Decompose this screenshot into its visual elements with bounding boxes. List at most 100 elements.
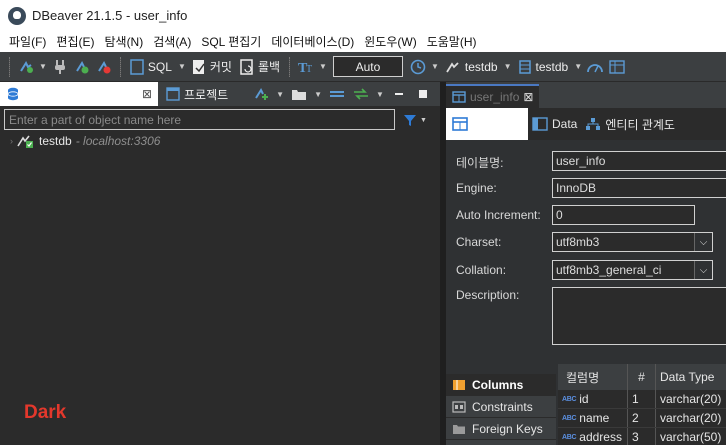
tab-er-diagram[interactable]: 엔티티 관계도 [581,108,679,140]
menu-search[interactable]: 검색(A) [148,33,196,50]
tab-properties[interactable] [446,108,528,140]
tab-user-info[interactable]: user_info ⊠ [446,84,540,108]
chevron-down-icon[interactable]: ▼ [39,62,47,71]
nav-constraints-label: Constraints [472,399,533,414]
column-name-cell[interactable]: ABC address [558,428,628,445]
nav-columns[interactable]: Columns [446,374,556,396]
column-type-cell[interactable]: varchar(20) [656,409,726,427]
column-name-text: name [579,411,610,425]
rollback-button[interactable]: 롤백 [236,56,284,78]
chevron-down-icon[interactable]: ⌵ [694,261,712,279]
tab-data[interactable]: Data [528,108,581,140]
maximize-icon[interactable] [412,83,434,105]
active-database-selector[interactable]: testdb [514,56,573,78]
grid-icon[interactable] [606,56,628,78]
chevron-down-icon[interactable]: ▼ [376,90,384,99]
link-editor-icon[interactable] [350,83,372,105]
chevron-down-icon[interactable]: ▼ [319,62,327,71]
collapse-all-icon[interactable] [326,83,348,105]
clock-icon[interactable] [407,56,429,78]
editor-tab-bar: user_info ⊠ [446,82,726,108]
column-header-data-type[interactable]: Data Type [656,364,726,390]
main-toolbar: ▼ SQL ▼ 커밋 롤백 TT ▼ Auto ▼ testdb ▼ testd… [0,52,726,82]
dashboard-icon[interactable] [584,56,606,78]
table-row[interactable]: ABC id 1 varchar(20) [558,390,726,409]
commit-button[interactable]: 커밋 [188,56,236,78]
charset-select[interactable]: utf8mb3 ⌵ [552,232,713,252]
charset-label: Charset: [456,235,502,249]
connect-icon[interactable] [71,56,93,78]
column-name-cell[interactable]: ABC name [558,409,628,427]
disconnect-icon[interactable] [93,56,115,78]
engine-field[interactable]: InnoDB [552,178,726,198]
object-filter-input[interactable] [4,109,395,130]
column-name-text: address [579,430,622,444]
title-bar: DBeaver 21.1.5 - user_info [0,0,726,31]
new-connection-icon[interactable] [15,56,37,78]
plug-icon[interactable] [49,56,71,78]
chevron-down-icon[interactable]: ▼ [276,90,284,99]
column-header-name[interactable]: 컬럼명 [558,364,628,390]
active-database-label: testdb [535,59,569,74]
column-ordinal-cell[interactable]: 1 [628,390,656,408]
chevron-down-icon[interactable]: ▼ [574,62,582,71]
menu-sql-editor[interactable]: SQL 편집기 [196,33,266,50]
toolbar-separator [9,56,10,77]
nav-constraints[interactable]: Constraints [446,396,556,418]
menu-edit[interactable]: 편집(E) [51,33,99,50]
nav-columns-label: Columns [472,377,524,392]
chevron-down-icon[interactable]: ▼ [504,62,512,71]
description-label: Description: [456,288,520,302]
new-connection-icon[interactable] [250,83,272,105]
table-structure-nav: Columns Constraints Foreign Keys [446,374,556,445]
column-ordinal-cell[interactable]: 3 [628,428,656,445]
menu-window[interactable]: 윈도우(W) [359,33,421,50]
menu-database[interactable]: 데이터베이스(D) [266,33,359,50]
chevron-right-icon[interactable]: › [10,136,13,146]
minimize-icon[interactable] [388,83,410,105]
auto-increment-field[interactable]: 0 [552,205,695,225]
navigator-filter-row: ▼ [4,109,436,130]
table-properties: 테이블명: user_info Engine: InnoDB Auto Incr… [446,140,726,366]
active-connection-selector[interactable]: testdb [441,56,502,78]
chevron-down-icon[interactable]: ⌵ [694,233,712,251]
chevron-down-icon[interactable]: ▼ [431,62,439,71]
toolbar-separator [289,56,291,77]
projects-tab-label: 프로젝트 [184,87,229,102]
table-icon [452,91,466,103]
close-icon[interactable]: ⊠ [523,90,533,104]
auto-increment-label: Auto Increment: [456,208,541,222]
nav-foreign-keys[interactable]: Foreign Keys [446,418,556,440]
table-row[interactable]: ABC address 3 varchar(50) [558,428,726,445]
transaction-mode-icon[interactable]: TT [295,56,317,78]
charset-value: utf8mb3 [556,235,600,249]
menu-file[interactable]: 파일(F) [4,33,51,50]
chevron-down-icon[interactable]: ▼ [314,90,322,99]
sql-editor-button[interactable]: SQL [126,56,176,78]
column-type-cell[interactable]: varchar(20) [656,390,726,408]
commit-button-label: 커밋 [209,60,232,74]
table-row[interactable]: ABC name 2 varchar(20) [558,409,726,428]
column-name-text: id [579,392,589,406]
tree-item-connection[interactable]: › testdb - localhost:3306 [10,132,160,150]
new-folder-icon[interactable] [288,83,310,105]
close-icon[interactable]: ⊠ [142,87,152,101]
column-name-cell[interactable]: ABC id [558,390,628,408]
transaction-mode-box[interactable]: Auto [332,56,403,77]
column-ordinal-cell[interactable]: 2 [628,409,656,427]
connection-icon [446,61,459,72]
description-field[interactable] [552,287,726,345]
menu-help[interactable]: 도움말(H) [422,33,482,50]
filter-icon[interactable]: ▼ [403,110,429,130]
column-header-ordinal[interactable]: # [628,364,656,390]
tab-projects[interactable]: 프로젝트 [158,82,236,106]
table-name-field[interactable]: user_info [552,151,726,171]
chevron-down-icon[interactable]: ▼ [178,62,186,71]
commit-icon [192,59,205,74]
projects-icon [166,87,180,101]
column-type-cell[interactable]: varchar(50) [656,428,726,445]
collation-select[interactable]: utf8mb3_general_ci ⌵ [552,260,713,280]
tab-database-navigator[interactable]: ⊠ [0,82,158,106]
editor-tab-label: user_info [470,90,520,104]
menu-navigate[interactable]: 탐색(N) [99,33,148,50]
